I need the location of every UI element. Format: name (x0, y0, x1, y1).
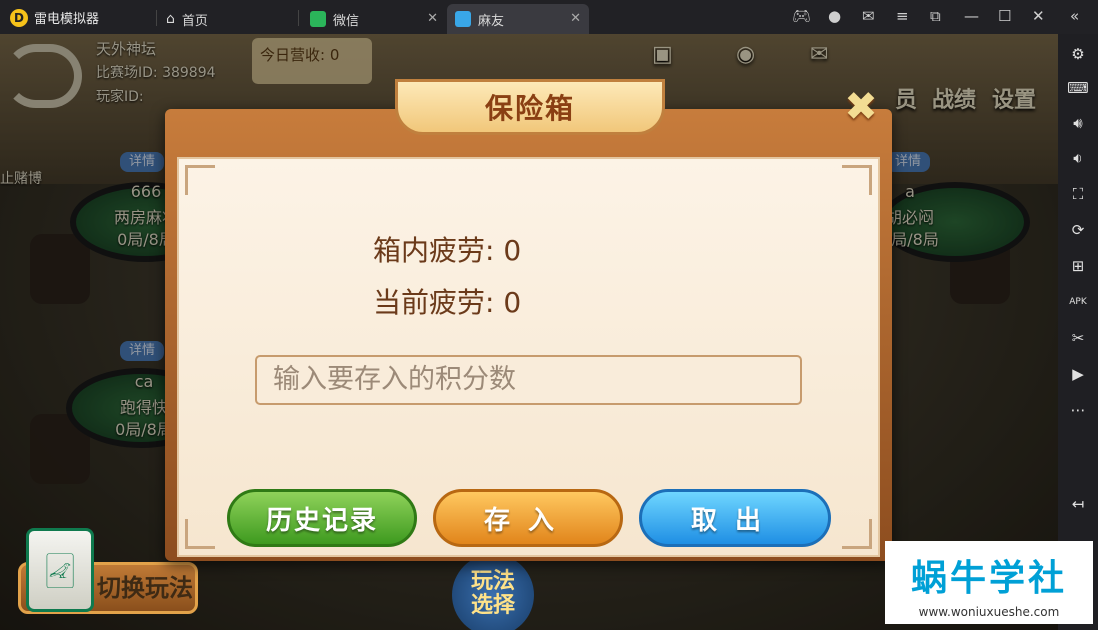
deposit-button[interactable]: 存入 (433, 489, 623, 547)
points-input-placeholder: 输入要存入的积分数 (273, 364, 516, 395)
corner-ornament (842, 165, 872, 195)
dialog-title: 保险箱 (484, 92, 575, 125)
history-button[interactable]: 历史记录 (227, 489, 417, 547)
tab-home[interactable]: ⌂ 首页 (158, 4, 298, 34)
account-icon[interactable]: ● (828, 7, 841, 25)
video-icon[interactable]: ▶ (1066, 362, 1090, 386)
apk-icon[interactable]: APK (1066, 290, 1090, 314)
dialog-title-plate: 保险箱 (395, 79, 665, 135)
close-tab-icon[interactable]: ✕ (570, 11, 581, 26)
add-window-icon[interactable]: ⊞ (1066, 254, 1090, 278)
wechat-icon (310, 11, 326, 27)
play-select-button[interactable]: 玩法 选择 (452, 554, 534, 630)
volume-up-icon[interactable]: 🔊︎ (1066, 111, 1090, 135)
rotate-icon[interactable]: ⟳ (1066, 218, 1090, 242)
play-label-1: 玩法 (470, 569, 515, 594)
home-icon: ⌂ (166, 11, 175, 27)
tab-wechat[interactable]: 微信 ✕ (302, 4, 446, 34)
ldplayer-logo-icon: D (10, 8, 28, 27)
maximize-icon[interactable]: ☐ (998, 7, 1011, 25)
corner-ornament (185, 165, 215, 195)
tab-divider (298, 10, 299, 26)
box-fatigue: 箱内疲劳: 0 (373, 229, 521, 269)
close-dialog-icon[interactable]: ✖ (841, 87, 881, 127)
volume-down-icon[interactable]: 🔉︎ (1066, 146, 1090, 170)
current-fatigue-label: 当前疲劳: (373, 286, 504, 319)
withdraw-button[interactable]: 取出 (639, 489, 831, 547)
corner-ornament (185, 519, 215, 549)
collapse-icon[interactable]: « (1070, 7, 1079, 25)
scissors-icon[interactable]: ✂ (1066, 326, 1090, 350)
app-name: 雷电模拟器 (34, 12, 100, 27)
keyboard-icon[interactable]: ⌨ (1066, 76, 1090, 100)
tab-mayou-label: 麻友 (478, 13, 505, 29)
game-icon (455, 11, 471, 27)
menu-icon[interactable]: ≡ (896, 7, 909, 25)
tab-wechat-label: 微信 (333, 13, 360, 29)
current-fatigue-value: 0 (503, 286, 522, 319)
points-input[interactable]: 输入要存入的积分数 (255, 355, 802, 405)
gamepad-icon[interactable]: 🎮︎ (792, 7, 811, 25)
corner-ornament (842, 519, 872, 549)
box-fatigue-label: 箱内疲劳: (373, 234, 504, 267)
close-tab-icon[interactable]: ✕ (427, 11, 438, 26)
fullscreen-icon[interactable]: ⛶ (1066, 182, 1090, 206)
title-bar: D 雷电模拟器 ⌂ 首页 微信 ✕ 麻友 ✕ 🎮︎ ● ✉ ≡ ⧉ — ☐ ✕ … (0, 0, 1098, 34)
minimize-icon[interactable]: — (964, 7, 979, 25)
app-logo: D 雷电模拟器 (10, 8, 99, 27)
tab-mayou[interactable]: 麻友 ✕ (447, 4, 589, 34)
settings-icon[interactable]: ⚙ (1066, 42, 1090, 66)
mail-icon[interactable]: ✉ (862, 7, 875, 25)
watermark-brand: 蜗牛学社 (910, 558, 1067, 599)
more-icon[interactable]: ⋯ (1066, 398, 1090, 422)
play-label-2: 选择 (470, 593, 515, 618)
back-icon[interactable]: ↤ (1066, 492, 1090, 516)
current-fatigue: 当前疲劳: 0 (373, 281, 521, 321)
safe-box-dialog: 保险箱 ✖ 箱内疲劳: 0 当前疲劳: 0 输入要存入的积分数 历史记录 存入 … (165, 79, 892, 561)
watermark-url: www.woniuxueshe.com (918, 605, 1060, 619)
screenshot-icon[interactable]: ⧉ (930, 7, 941, 25)
tab-divider (156, 10, 157, 26)
watermark: 蜗牛学社 www.woniuxueshe.com (885, 541, 1093, 624)
close-icon[interactable]: ✕ (1032, 7, 1045, 25)
tab-home-label: 首页 (181, 13, 208, 29)
box-fatigue-value: 0 (503, 234, 522, 267)
mahjong-tile-icon: 🀐︎ (26, 528, 94, 612)
